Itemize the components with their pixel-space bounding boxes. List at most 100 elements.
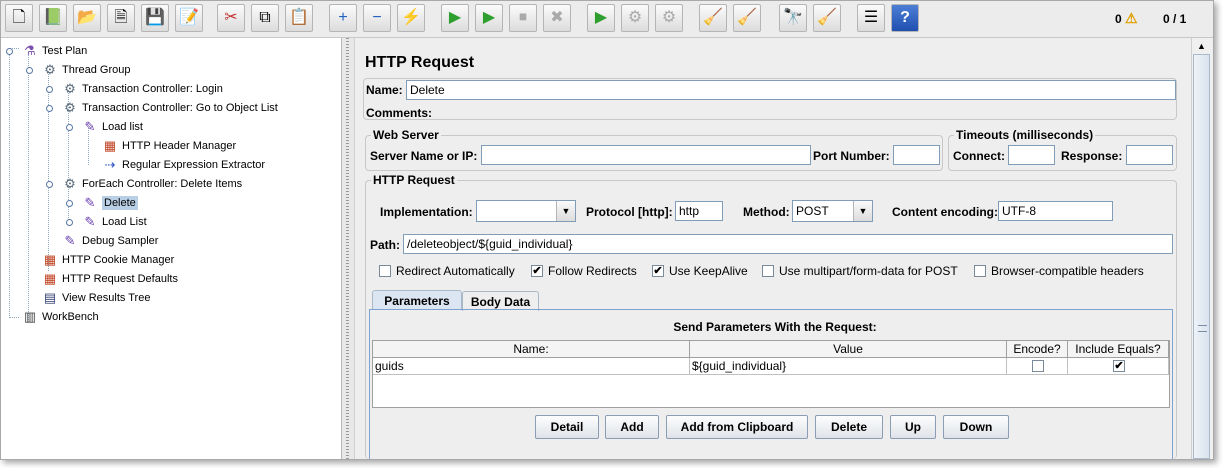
tree-expand-handle[interactable]: [6, 48, 13, 55]
new-icon[interactable]: 🗋: [5, 4, 33, 32]
tree-node[interactable]: ✎ Load list: [81, 118, 143, 136]
checkbox-empty-icon[interactable]: [762, 265, 774, 277]
tree-node[interactable]: ⚙ ForEach Controller: Delete Items: [61, 175, 242, 193]
function-helper-icon[interactable]: ☰: [857, 4, 885, 32]
tab-body-data[interactable]: Body Data: [462, 291, 539, 311]
scroll-up-arrow-icon[interactable]: ▲: [1192, 38, 1211, 54]
column-header-value[interactable]: Value: [690, 341, 1007, 358]
tree-expand-handle[interactable]: [66, 124, 73, 131]
checkbox-checked-icon[interactable]: ✔: [531, 265, 543, 277]
paste-icon[interactable]: 📋: [285, 4, 313, 32]
save-as-icon[interactable]: 📝: [175, 4, 203, 32]
shutdown-icon[interactable]: ✖: [543, 4, 571, 32]
copy-icon[interactable]: ⧉: [251, 4, 279, 32]
server-name-field[interactable]: [481, 145, 811, 165]
open-icon[interactable]: 📂: [73, 4, 101, 32]
tree-node[interactable]: ⚙ Transaction Controller: Go to Object Li…: [61, 99, 278, 117]
option-checkbox[interactable]: ✔ Follow Redirects: [531, 264, 637, 278]
table-cell-param-name[interactable]: guids: [373, 358, 690, 375]
cut-icon[interactable]: ✂: [217, 4, 245, 32]
templates-icon[interactable]: 📗: [39, 4, 67, 32]
collapse-icon[interactable]: −: [363, 4, 391, 32]
table-cell-include-equals[interactable]: ✔: [1068, 358, 1169, 375]
clear-all-icon[interactable]: 🧹: [733, 4, 761, 32]
detail-button[interactable]: Detail: [535, 415, 599, 439]
tree-node[interactable]: ▤ View Results Tree: [41, 289, 151, 307]
tree-expand-handle[interactable]: [46, 181, 53, 188]
chevron-down-icon[interactable]: ▼: [556, 201, 575, 221]
table-cell-param-value[interactable]: ${guid_individual}: [690, 358, 1007, 375]
start-icon[interactable]: ▶: [441, 4, 469, 32]
chevron-down-icon[interactable]: ▼: [853, 201, 872, 221]
parameters-table[interactable]: Name: Value Encode? Include Equals? guid…: [372, 340, 1170, 408]
active-threads-count: 0 / 1: [1163, 12, 1187, 26]
implementation-select[interactable]: ▼: [476, 200, 576, 222]
tree-node[interactable]: ▦ HTTP Cookie Manager: [41, 251, 174, 269]
expand-icon[interactable]: +: [329, 4, 357, 32]
stop-icon[interactable]: ⏹: [509, 4, 537, 32]
remote-stop-icon[interactable]: ⚙: [621, 4, 649, 32]
tree-node[interactable]: ⚙ Thread Group: [41, 61, 130, 79]
column-header-encode[interactable]: Encode?: [1007, 341, 1068, 358]
reset-search-icon[interactable]: 🧹: [813, 4, 841, 32]
down-button[interactable]: Down: [943, 415, 1009, 439]
method-select[interactable]: POST ▼: [792, 200, 873, 222]
option-checkbox[interactable]: Redirect Automatically: [379, 264, 515, 278]
add-from-clipboard-button[interactable]: Add from Clipboard: [666, 415, 808, 439]
column-header-name[interactable]: Name:: [373, 341, 690, 358]
include-equals-checkbox[interactable]: ✔: [1113, 360, 1125, 372]
tab-parameters[interactable]: Parameters: [372, 290, 462, 310]
pane-splitter[interactable]: [342, 38, 355, 459]
start-no-pauses-icon[interactable]: ▶: [475, 4, 503, 32]
option-checkbox[interactable]: Use multipart/form-data for POST: [762, 264, 958, 278]
search-icon[interactable]: 🔭: [779, 4, 807, 32]
checkbox-empty-icon[interactable]: [974, 265, 986, 277]
remote-shutdown-icon[interactable]: ⚙: [655, 4, 683, 32]
protocol-field[interactable]: http: [675, 201, 723, 221]
tree-node[interactable]: ✎ Delete: [81, 194, 138, 212]
tree-node[interactable]: ✎ Load List: [81, 213, 147, 231]
warning-icon[interactable]: ⚠: [1125, 10, 1138, 27]
toggle-icon[interactable]: ⚡: [397, 4, 425, 32]
tree-expand-handle[interactable]: [46, 86, 53, 93]
connect-timeout-field[interactable]: [1008, 145, 1055, 165]
splitter-grip[interactable]: [346, 38, 349, 459]
checkbox-empty-icon[interactable]: [379, 265, 391, 277]
tree-expand-handle[interactable]: [66, 219, 73, 226]
tree-node[interactable]: ⚗ Test Plan: [21, 42, 87, 60]
response-timeout-field[interactable]: [1126, 145, 1173, 165]
clear-icon[interactable]: 🧹: [699, 4, 727, 32]
name-field[interactable]: Delete: [406, 80, 1176, 100]
port-number-field[interactable]: [893, 145, 940, 165]
tree-node[interactable]: ▦ HTTP Request Defaults: [41, 270, 178, 288]
up-button[interactable]: Up: [890, 415, 936, 439]
server-name-label: Server Name or IP:: [370, 149, 478, 163]
save-icon[interactable]: 💾: [141, 4, 169, 32]
tree-node[interactable]: ⚙ Transaction Controller: Login: [61, 80, 223, 98]
tree-expand-handle[interactable]: [66, 200, 73, 207]
remote-start-icon[interactable]: ▶: [587, 4, 615, 32]
content-encoding-field[interactable]: UTF-8: [998, 201, 1113, 221]
table-cell-encode[interactable]: [1007, 358, 1068, 375]
tree-node[interactable]: ✎ Debug Sampler: [61, 232, 159, 250]
checkbox-checked-icon[interactable]: ✔: [652, 265, 664, 277]
path-field[interactable]: /deleteobject/${guid_individual}: [403, 234, 1173, 254]
tree-node-label: View Results Tree: [62, 292, 151, 304]
add-button[interactable]: Add: [605, 415, 659, 439]
option-checkbox[interactable]: Browser-compatible headers: [974, 264, 1144, 278]
help-icon[interactable]: ?: [891, 4, 919, 32]
scrollbar-thumb[interactable]: [1193, 54, 1210, 459]
protocol-label: Protocol [http]:: [586, 205, 673, 219]
vertical-scrollbar[interactable]: ▲: [1191, 38, 1212, 459]
delete-button[interactable]: Delete: [815, 415, 883, 439]
tree-node[interactable]: ⇢ Regular Expression Extractor: [101, 156, 266, 174]
test-plan-tree[interactable]: ⚗ Test Plan ⚙ Thread Group ⚙ Transaction Cont…: [1, 38, 342, 459]
tree-node[interactable]: ▥ WorkBench: [21, 308, 99, 326]
tree-node[interactable]: ▦ HTTP Header Manager: [101, 137, 236, 155]
tree-expand-handle[interactable]: [26, 67, 33, 74]
tree-expand-handle[interactable]: [46, 105, 53, 112]
column-header-include-equals[interactable]: Include Equals?: [1068, 341, 1169, 358]
close-icon[interactable]: 🗎: [107, 4, 135, 32]
encode-checkbox[interactable]: [1032, 360, 1044, 372]
option-checkbox[interactable]: ✔ Use KeepAlive: [652, 264, 748, 278]
